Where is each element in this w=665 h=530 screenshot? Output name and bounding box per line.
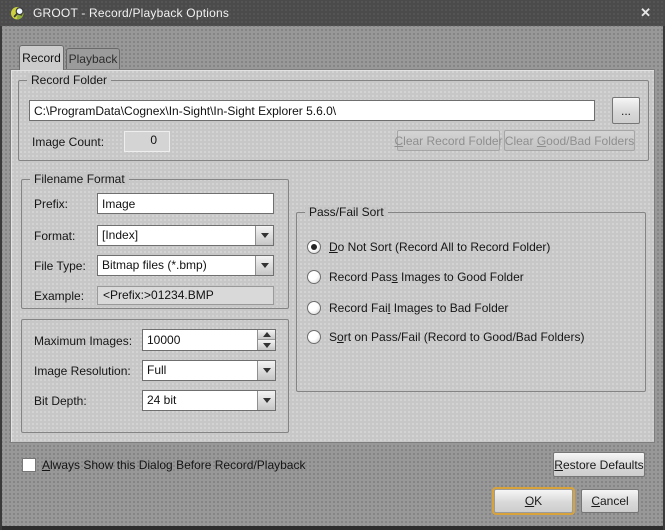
radio-label: Sort on Pass/Fail (Record to Good/Bad Fo… — [329, 330, 584, 344]
record-folder-group: Record Folder ... Image Count: 0 Clear R… — [18, 80, 649, 161]
example-label: Example: — [34, 288, 84, 304]
restore-defaults-button[interactable]: Restore Defaults — [553, 452, 645, 477]
button-label-accel: C — [591, 494, 600, 508]
radio-button-icon[interactable] — [307, 240, 321, 254]
ok-button[interactable]: OK — [494, 489, 573, 513]
record-folder-legend: Record Folder — [27, 73, 111, 87]
example-value: <Prefix:>01234.BMP — [97, 286, 274, 305]
radio-label: Record Fail Images to Bad Folder — [329, 301, 508, 315]
chevron-down-icon[interactable] — [257, 361, 275, 380]
radio-button-icon[interactable] — [307, 301, 321, 315]
cancel-button[interactable]: Cancel — [581, 489, 639, 513]
maximum-images-value: 10000 — [147, 330, 255, 350]
image-resolution-dropdown[interactable]: Full — [142, 360, 276, 381]
up-down-arrows-icon — [257, 330, 275, 350]
button-label-part: ancel — [600, 494, 629, 508]
button-label-part: K — [534, 494, 542, 508]
tab-record[interactable]: Record — [19, 45, 64, 70]
radio-do-not-sort[interactable]: Do Not Sort (Record All to Record Folder… — [307, 239, 550, 255]
maximum-images-stepper[interactable]: 10000 — [142, 329, 276, 351]
radio-record-pass-to-good[interactable]: Record Pass Images to Good Folder — [307, 269, 524, 285]
bit-depth-value: 24 bit — [147, 391, 255, 410]
bit-depth-dropdown[interactable]: 24 bit — [142, 390, 276, 411]
format-value: [Index] — [102, 226, 253, 245]
dialog-window: GROOT - Record/Playback Options ✕ Record… — [0, 0, 665, 530]
browse-folder-button[interactable]: ... — [612, 97, 640, 124]
close-icon[interactable]: ✕ — [636, 5, 655, 21]
tab-playback[interactable]: Playback — [66, 48, 120, 70]
button-label-accel: C — [394, 134, 403, 148]
radio-sort-on-pass-fail[interactable]: Sort on Pass/Fail (Record to Good/Bad Fo… — [307, 329, 584, 345]
button-label-accel: G — [537, 134, 546, 148]
radio-label: Record Pass Images to Good Folder — [329, 270, 524, 284]
image-resolution-value: Full — [147, 361, 255, 380]
chevron-down-icon[interactable] — [255, 256, 273, 275]
window-title: GROOT - Record/Playback Options — [33, 6, 229, 20]
pass-fail-sort-legend: Pass/Fail Sort — [305, 205, 388, 219]
spin-down-button[interactable] — [258, 340, 275, 350]
prefix-input[interactable] — [97, 193, 274, 214]
always-show-checkbox[interactable] — [22, 458, 36, 472]
button-label-part: Clear — [505, 134, 537, 148]
button-label-accel: R — [554, 458, 563, 472]
filename-format-legend: Filename Format — [30, 172, 129, 186]
radio-label: Do Not Sort (Record All to Record Folder… — [329, 240, 550, 254]
file-type-value: Bitmap files (*.bmp) — [102, 256, 253, 275]
button-label-part: estore Defaults — [563, 458, 644, 472]
image-count-value: 0 — [124, 131, 170, 152]
format-label: Format: — [34, 228, 75, 244]
radio-record-fail-to-bad[interactable]: Record Fail Images to Bad Folder — [307, 300, 508, 316]
always-show-label: Always Show this Dialog Before Record/Pl… — [42, 458, 305, 472]
record-tab-page: Record Folder ... Image Count: 0 Clear R… — [10, 69, 655, 443]
chevron-down-icon[interactable] — [255, 226, 273, 245]
button-label-part: lear Record Folder — [403, 134, 502, 148]
radio-button-icon[interactable] — [307, 270, 321, 284]
pass-fail-sort-group: Pass/Fail Sort Do Not Sort (Record All t… — [296, 212, 646, 392]
image-resolution-label: Image Resolution: — [34, 363, 131, 379]
bit-depth-label: Bit Depth: — [34, 393, 87, 409]
chevron-down-icon[interactable] — [257, 391, 275, 410]
format-dropdown[interactable]: [Index] — [97, 225, 274, 246]
image-settings-group: Maximum Images: 10000 Image Resolution: … — [21, 319, 289, 433]
file-type-label: File Type: — [34, 258, 86, 274]
filename-format-group: Filename Format Prefix: Format: [Index] … — [21, 179, 289, 309]
clear-record-folder-button[interactable]: Clear Record Folder — [397, 130, 500, 151]
prefix-label: Prefix: — [34, 196, 68, 212]
button-label-part: ood/Bad Folders — [546, 134, 634, 148]
app-icon — [10, 5, 26, 21]
radio-button-icon[interactable] — [307, 330, 321, 344]
maximum-images-label: Maximum Images: — [34, 333, 132, 349]
spin-up-button[interactable] — [258, 330, 275, 340]
button-label-accel: O — [525, 494, 534, 508]
record-folder-path-input[interactable] — [29, 100, 595, 121]
clear-goodbad-folders-button[interactable]: Clear Good/Bad Folders — [504, 130, 635, 151]
title-bar: GROOT - Record/Playback Options ✕ — [0, 0, 665, 26]
file-type-dropdown[interactable]: Bitmap files (*.bmp) — [97, 255, 274, 276]
image-count-label: Image Count: — [32, 134, 104, 150]
